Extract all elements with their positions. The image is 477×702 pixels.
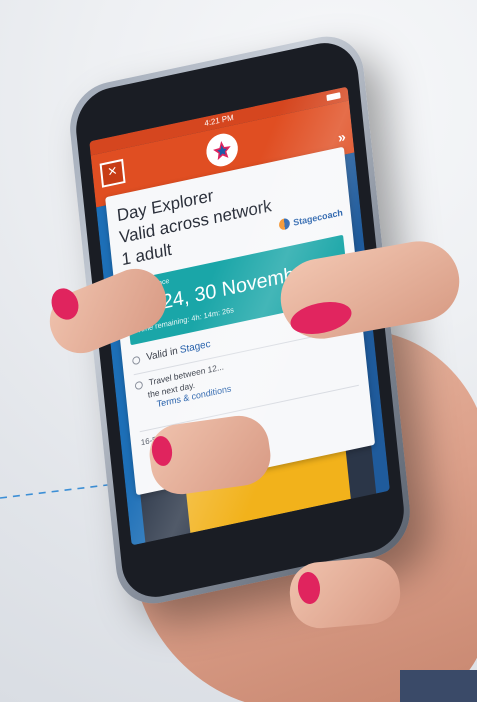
info-circle-icon <box>134 380 144 391</box>
chevrons-right-icon: » <box>337 128 344 146</box>
operator-brand: Stagecoach <box>278 206 344 231</box>
valid-in-label: Valid in <box>145 345 179 364</box>
close-icon: × <box>106 162 118 182</box>
stagecoach-mark-icon <box>278 217 291 231</box>
info-circle-icon <box>131 355 141 366</box>
stagecoach-logo-icon <box>204 130 240 170</box>
battery-icon <box>326 92 341 102</box>
valid-in-link[interactable]: Stagec <box>179 339 211 356</box>
operator-name: Stagecoach <box>292 206 344 228</box>
next-button[interactable]: » <box>337 129 343 146</box>
close-button[interactable]: × <box>99 158 126 188</box>
logo-star-icon <box>213 141 231 161</box>
